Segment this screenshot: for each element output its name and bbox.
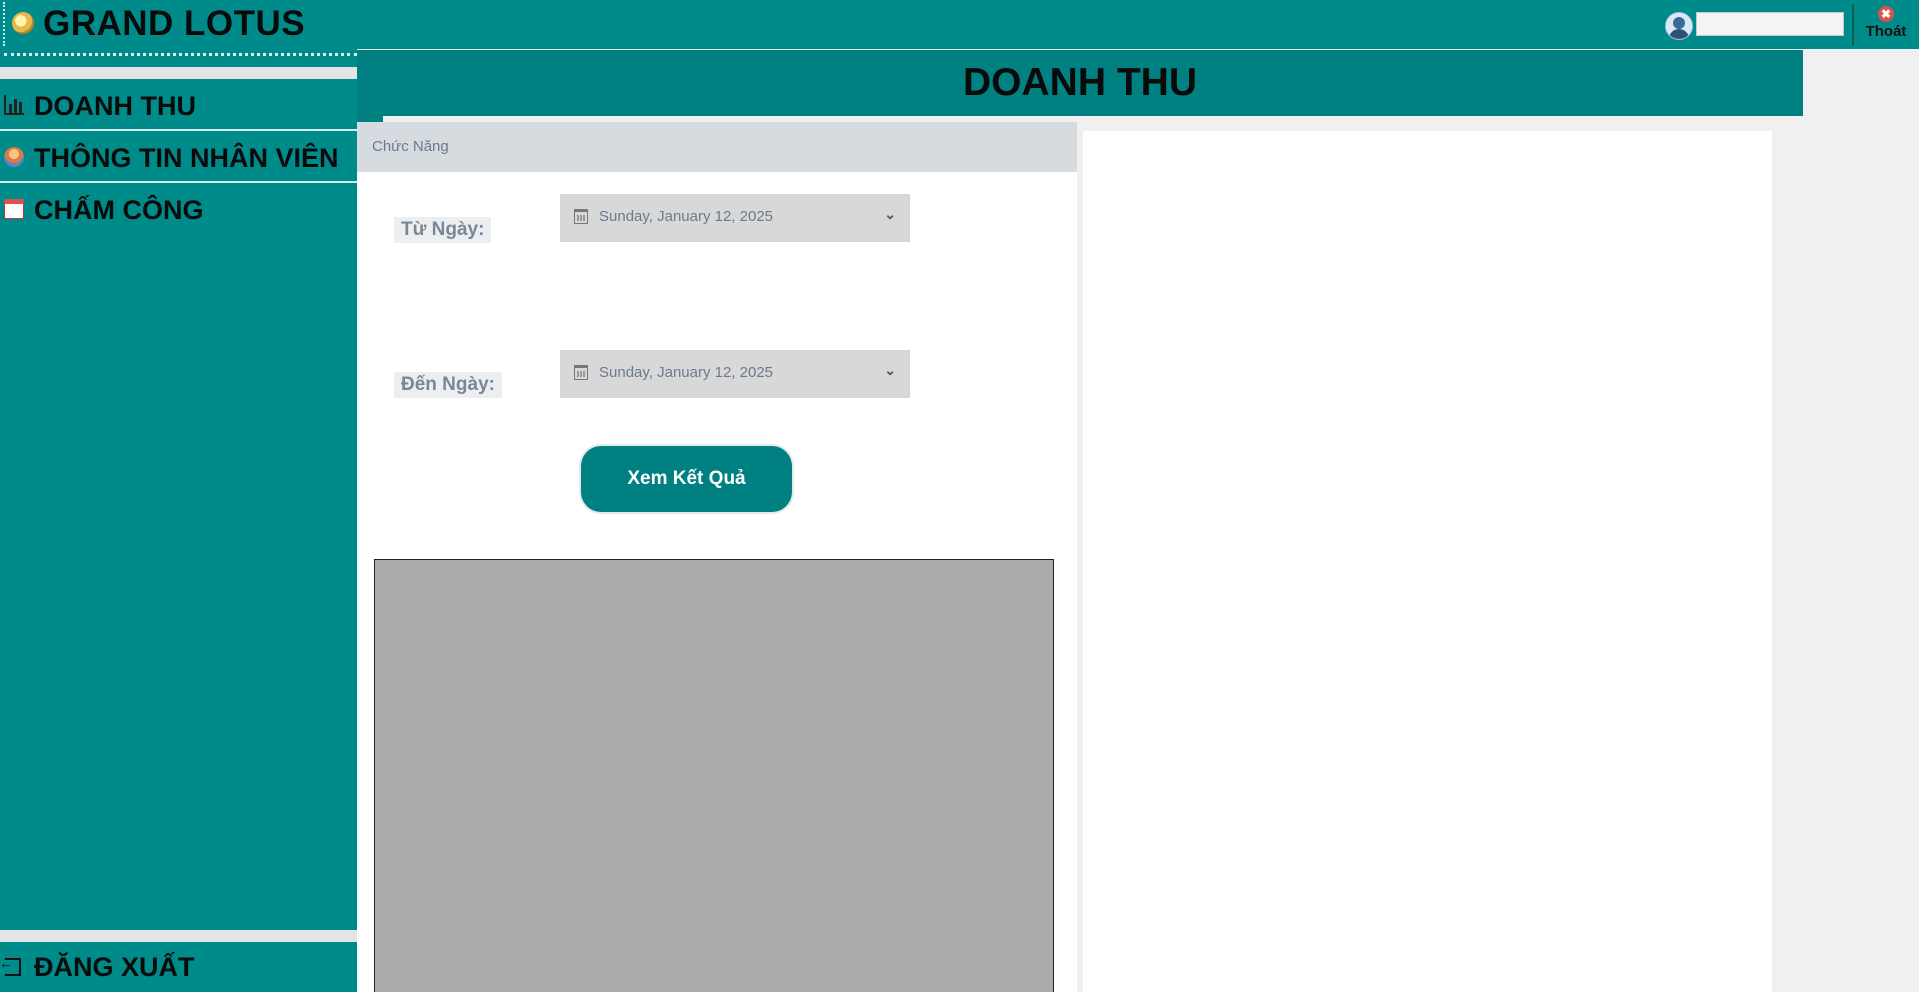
logout-icon — [0, 955, 21, 976]
calendar-icon — [4, 199, 24, 219]
sidebar-item-label: DOANH THU — [34, 91, 196, 121]
result-grid[interactable] — [374, 559, 1054, 992]
close-icon: ✖ — [1878, 6, 1894, 22]
from-date-value: Sunday, January 12, 2025 — [599, 208, 774, 225]
chevron-down-icon[interactable]: ⌄ — [884, 362, 896, 379]
drag-grip[interactable] — [3, 2, 8, 46]
page-header: DOANH THU — [357, 50, 1803, 122]
to-date-value: Sunday, January 12, 2025 — [599, 364, 774, 381]
view-result-button[interactable]: Xem Kết Quả — [581, 446, 792, 512]
app-title: GRAND LOTUS — [43, 4, 306, 43]
user-avatar-icon — [1665, 12, 1693, 40]
calendar-icon — [574, 209, 588, 224]
bar-chart-icon — [4, 95, 24, 115]
sidebar-divider — [0, 930, 357, 942]
page-title: DOANH THU — [963, 61, 1197, 104]
lotus-logo-icon — [12, 12, 34, 34]
chevron-down-icon[interactable]: ⌄ — [884, 206, 896, 223]
to-date-picker[interactable]: Sunday, January 12, 2025 ⌄ — [560, 350, 910, 398]
sidebar-item-label: CHẤM CÔNG — [34, 195, 204, 225]
logout-label: ĐĂNG XUẤT — [34, 952, 195, 982]
sidebar-grip — [4, 53, 357, 59]
from-date-picker[interactable]: Sunday, January 12, 2025 ⌄ — [560, 194, 910, 242]
user-name-field — [1696, 12, 1844, 36]
group-title: Chức Năng — [372, 138, 449, 155]
calendar-icon — [574, 365, 588, 380]
to-date-label: Đến Ngày: — [394, 372, 502, 398]
divider — [1852, 4, 1854, 46]
chart-panel — [1083, 131, 1772, 992]
exit-button[interactable]: ✖ Thoát — [1858, 4, 1914, 48]
sidebar-item-cham-cong[interactable]: CHẤM CÔNG — [0, 187, 357, 235]
people-icon — [4, 147, 24, 167]
function-panel: Chức Năng Từ Ngày: Sunday, January 12, 2… — [357, 122, 1077, 992]
sidebar-item-thong-tin-nhan-vien[interactable]: THÔNG TIN NHÂN VIÊN — [0, 135, 357, 183]
logout-button[interactable]: ĐĂNG XUẤT — [0, 942, 357, 992]
from-date-label: Từ Ngày: — [394, 217, 492, 243]
title-bar: GRAND LOTUS ✖ Thoát — [0, 0, 1919, 49]
sidebar: DOANH THU THÔNG TIN NHÂN VIÊN CHẤM CÔNG … — [0, 49, 357, 992]
sidebar-divider — [0, 67, 357, 79]
sidebar-item-label: THÔNG TIN NHÂN VIÊN — [34, 143, 339, 173]
exit-label: Thoát — [1865, 23, 1907, 40]
group-header: Chức Năng — [357, 122, 1077, 172]
sidebar-item-doanh-thu[interactable]: DOANH THU — [0, 83, 357, 131]
